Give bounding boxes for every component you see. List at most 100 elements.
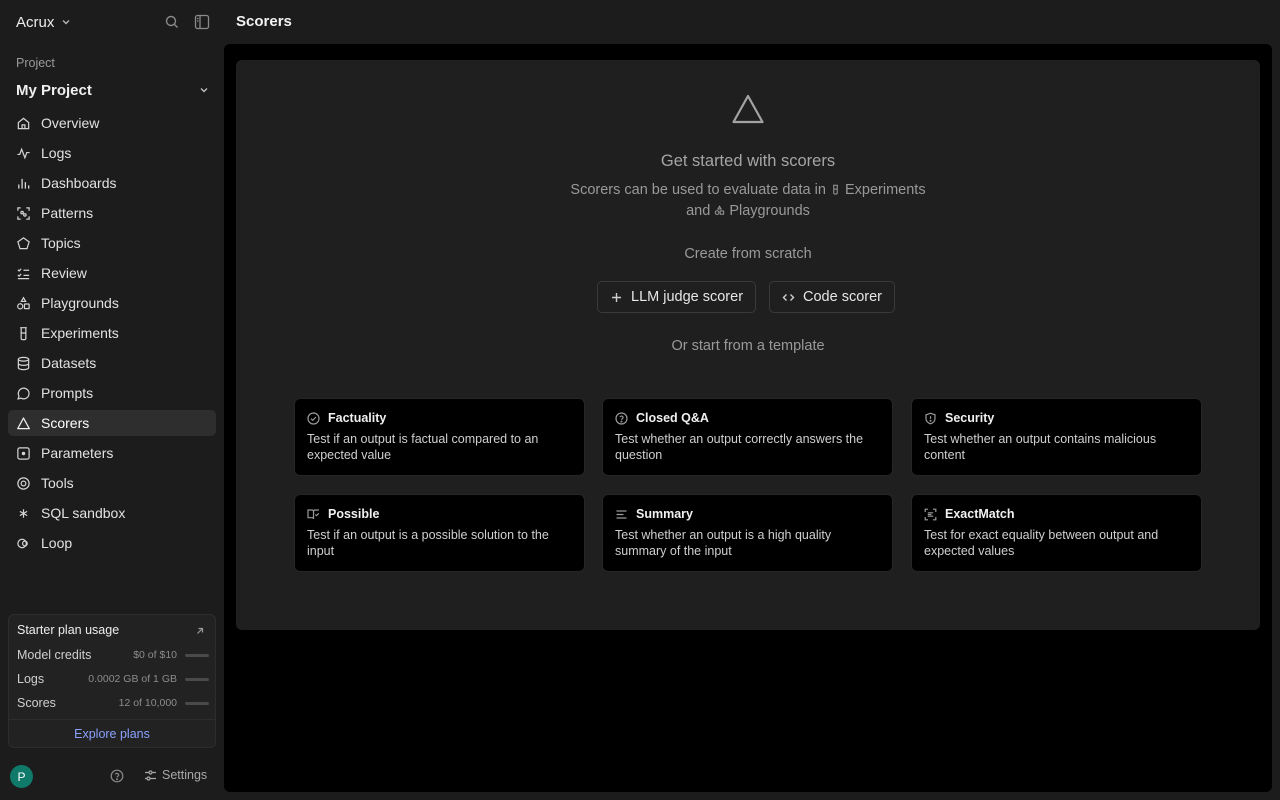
sidebar-item-label: Overview	[41, 115, 100, 131]
sidebar-item-experiments[interactable]: Experiments	[8, 320, 216, 346]
sidebar-item-topics[interactable]: Topics	[8, 230, 216, 256]
sidebar-item-tools[interactable]: Tools	[8, 470, 216, 496]
project-selector[interactable]: My Project	[16, 80, 210, 100]
sidebar-item-label: Tools	[41, 475, 74, 491]
activity-icon	[17, 147, 30, 159]
usage-bar	[185, 653, 209, 657]
template-card-security[interactable]: Security Test whether an output contains…	[911, 398, 1202, 476]
sidebar-item-label: Loop	[41, 535, 73, 551]
shield-icon	[925, 412, 936, 424]
scorers-empty-state: Get started with scorers Scorers can be …	[236, 60, 1260, 630]
check-circle-icon	[307, 411, 320, 425]
sliders-icon	[145, 769, 156, 781]
empty-state-title: Get started with scorers	[660, 152, 836, 170]
sidebar-item-label: Review	[41, 265, 87, 281]
text-lines-icon	[616, 509, 627, 519]
create-from-scratch-label: Create from scratch	[684, 246, 812, 262]
org-switcher[interactable]: Acrux	[16, 13, 72, 31]
help-icon[interactable]	[110, 769, 124, 783]
question-circle-icon	[615, 411, 628, 425]
usage-row-model-credits: Model credits $0 of $10	[17, 647, 209, 663]
template-name: Summary	[636, 507, 693, 521]
avatar[interactable]: P	[10, 765, 33, 788]
sidebar-item-label: Playgrounds	[41, 295, 119, 311]
sidebar-item-label: Datasets	[41, 355, 97, 371]
shapes-icon	[17, 295, 30, 309]
usage-label: Model credits	[17, 648, 92, 662]
experiments-link[interactable]: Experiments	[845, 182, 926, 198]
sidebar-item-dashboards[interactable]: Dashboards	[8, 170, 216, 196]
settings-label: Settings	[162, 768, 208, 782]
code-scorer-button[interactable]: Code scorer	[769, 281, 895, 313]
shapes-icon	[715, 205, 725, 215]
sidebar-item-patterns[interactable]: Patterns	[8, 200, 216, 226]
loop-icon	[17, 538, 28, 548]
usage-value: $0 of $10	[133, 649, 177, 661]
settings-button[interactable]: Settings	[144, 768, 207, 782]
org-name: Acrux	[16, 13, 55, 31]
template-name: ExactMatch	[945, 507, 1015, 521]
page-title: Scorers	[236, 13, 292, 30]
template-card-closed-qa[interactable]: Closed Q&A Test whether an output correc…	[602, 398, 893, 476]
square-dot-icon	[17, 446, 30, 460]
template-description: Test whether an output correctly answers…	[615, 432, 864, 462]
plus-icon	[612, 292, 621, 302]
sidebar-item-label: Parameters	[41, 445, 114, 461]
template-card-exactmatch[interactable]: ExactMatch Test for exact equality betwe…	[911, 494, 1202, 572]
sidebar-item-loop[interactable]: Loop	[8, 530, 216, 556]
scan-icon	[17, 206, 30, 220]
sidebar-item-overview[interactable]: Overview	[8, 110, 216, 136]
chevron-down-icon	[62, 20, 70, 25]
asterisk-icon	[19, 508, 28, 518]
template-name: Possible	[328, 507, 380, 521]
scan-text-icon	[924, 508, 937, 520]
sidebar: Acrux Project My Project Overview Logs D…	[0, 0, 224, 800]
checklist-icon	[17, 267, 30, 279]
empty-state-description: Scorers can be used to evaluate data in …	[548, 180, 948, 222]
template-description: Test whether an output contains maliciou…	[924, 432, 1157, 462]
bar-chart-icon	[18, 178, 30, 189]
usage-label: Logs	[17, 672, 45, 686]
template-card-possible[interactable]: Possible Test if an output is a possible…	[294, 494, 585, 572]
triangle-icon	[732, 94, 764, 124]
sidebar-item-label: Topics	[41, 235, 81, 251]
sidebar-item-logs[interactable]: Logs	[8, 140, 216, 166]
desc-text: Scorers can be used to evaluate data in	[570, 182, 826, 198]
usage-row-logs: Logs 0.0002 GB of 1 GB	[17, 671, 209, 687]
playgrounds-link[interactable]: Playgrounds	[729, 203, 810, 219]
template-label: Or start from a template	[671, 338, 825, 354]
template-name: Closed Q&A	[636, 411, 709, 425]
beaker-icon	[833, 184, 838, 195]
sidebar-item-playgrounds[interactable]: Playgrounds	[8, 290, 216, 316]
sidebar-item-parameters[interactable]: Parameters	[8, 440, 216, 466]
sidebar-item-sql-sandbox[interactable]: SQL sandbox	[8, 500, 216, 526]
template-description: Test whether an output is a high quality…	[615, 528, 832, 558]
template-name: Factuality	[328, 411, 387, 425]
usage-label: Scores	[17, 696, 56, 710]
target-icon	[17, 476, 30, 490]
arrow-up-right-icon[interactable]	[195, 626, 205, 636]
sidebar-item-label: Scorers	[41, 415, 90, 431]
usage-row-scores: Scores 12 of 10,000	[17, 695, 209, 711]
project-name: My Project	[16, 81, 92, 99]
plan-usage-card: Starter plan usage Model credits $0 of $…	[8, 614, 216, 748]
sidebar-item-prompts[interactable]: Prompts	[8, 380, 216, 406]
pentagon-icon	[17, 236, 30, 249]
sidebar-item-review[interactable]: Review	[8, 260, 216, 286]
sidebar-toggle-icon[interactable]	[194, 14, 210, 30]
template-name: Security	[945, 411, 995, 425]
template-card-summary[interactable]: Summary Test whether an output is a high…	[602, 494, 893, 572]
sidebar-item-label: SQL sandbox	[41, 505, 126, 521]
usage-value: 12 of 10,000	[118, 697, 177, 709]
explore-plans-link[interactable]: Explore plans	[9, 727, 215, 741]
button-label: LLM judge scorer	[631, 289, 744, 305]
usage-bar	[185, 677, 209, 681]
search-icon[interactable]	[164, 14, 180, 30]
button-label: Code scorer	[803, 289, 882, 305]
sidebar-item-datasets[interactable]: Datasets	[8, 350, 216, 376]
sidebar-item-scorers[interactable]: Scorers	[8, 410, 216, 436]
llm-judge-scorer-button[interactable]: LLM judge scorer	[597, 281, 757, 313]
usage-value: 0.0002 GB of 1 GB	[88, 673, 177, 685]
sidebar-item-label: Experiments	[41, 325, 119, 341]
template-card-factuality[interactable]: Factuality Test if an output is factual …	[294, 398, 585, 476]
